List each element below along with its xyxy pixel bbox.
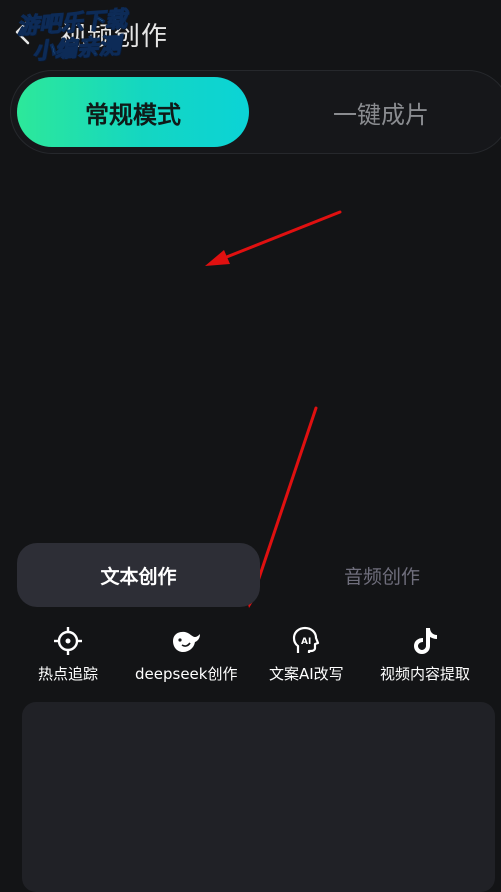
tab-text-creation[interactable]: 文本创作 [17, 543, 260, 607]
tiktok-icon [414, 628, 437, 654]
tool-video-extract[interactable]: 视频内容提取 [380, 625, 470, 684]
ai-head-icon: AI [293, 626, 320, 653]
whale-icon [173, 631, 201, 652]
tab-regular-mode[interactable]: 常规模式 [17, 77, 249, 147]
header: 视频创作 游吧乐下载 小编亲测 [0, 0, 501, 66]
tab-one-click[interactable]: 一键成片 [281, 77, 481, 147]
tool-label: 文案AI改写 [269, 665, 344, 683]
tool-label: deepseek创作 [135, 665, 238, 683]
text-input-area[interactable] [22, 702, 495, 892]
watermark: 游吧乐下载 小编亲测 [16, 5, 160, 75]
tool-label: 视频内容提取 [380, 665, 471, 683]
tool-hot-tracking[interactable]: 热点追踪 [38, 625, 98, 684]
tool-deepseek[interactable]: deepseek创作 [135, 625, 237, 684]
svg-text:AI: AI [301, 637, 311, 647]
tools-row: 热点追踪 deepseek创作 AI 文案AI改写 视频内容提取 [0, 625, 501, 695]
annotation-arrow-1 [205, 210, 342, 266]
tab-audio-creation[interactable]: 音频创作 [307, 543, 457, 607]
crosshair-icon [54, 627, 82, 655]
creation-type-tabs: 文本创作 音频创作 [17, 543, 487, 609]
mode-tabs: 常规模式 一键成片 [10, 70, 501, 154]
tool-ai-rewrite[interactable]: AI 文案AI改写 [269, 625, 344, 684]
tool-label: 热点追踪 [38, 665, 99, 683]
